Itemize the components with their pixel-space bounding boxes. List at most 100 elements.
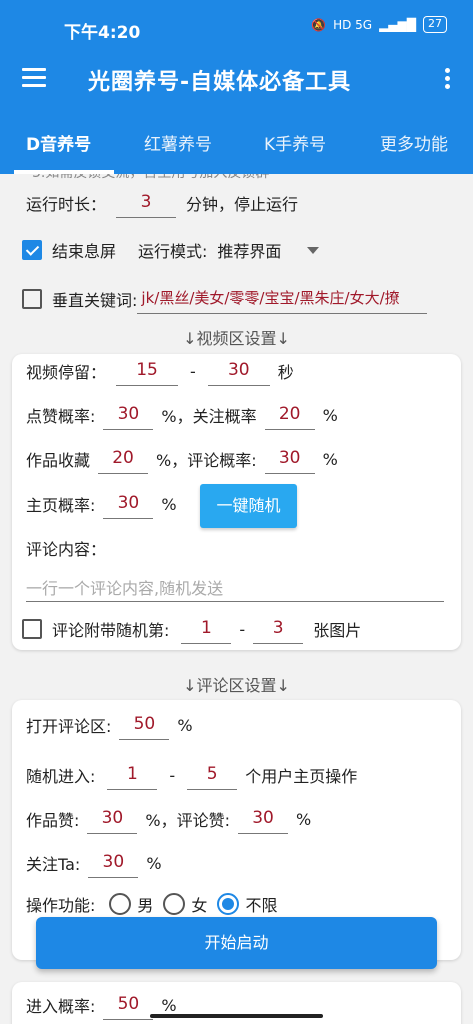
start-button[interactable]: 开始启动	[36, 917, 437, 969]
random-enter-max-input[interactable]: 5	[187, 760, 238, 790]
radio-male[interactable]	[109, 893, 132, 915]
work-like-unit: %，	[145, 811, 177, 830]
tab-douyin[interactable]: D音养号	[26, 130, 91, 155]
enter-rate-unit: %	[161, 995, 177, 1015]
run-duration-input[interactable]: 3	[116, 188, 177, 218]
tab-bar: D音养号 红薯养号 K手养号 更多功能	[0, 118, 473, 174]
app-title: 光圈养号-自媒体必备工具	[88, 70, 352, 95]
signal-icon: ▂▄▆█	[379, 17, 416, 32]
follow-rate-input[interactable]: 20	[264, 400, 315, 430]
open-comments-row: 打开评论区: 50 %	[26, 710, 193, 740]
mute-icon: 🔕	[311, 17, 327, 32]
attach-image-checkbox[interactable]	[22, 619, 42, 639]
tab-more[interactable]: 更多功能	[380, 130, 448, 155]
network-indicator: HD 5G	[333, 17, 373, 32]
home-indicator[interactable]	[150, 1014, 323, 1018]
keywords-row: 垂直关键词: jk/黑丝/美女/零零/宝宝/黑朱庄/女大/撩	[22, 284, 450, 314]
work-like-label: 作品赞:	[26, 811, 80, 830]
random-button[interactable]: 一键随机	[200, 484, 297, 528]
collect-unit: %，	[156, 451, 188, 470]
radio-unlimited[interactable]	[217, 893, 240, 915]
follow-rate-label: 关注概率	[192, 407, 257, 426]
attach-image-dash: -	[239, 619, 246, 639]
follow-ta-unit: %	[146, 853, 162, 873]
operation-row: 操作功能: 男 女 不限	[26, 892, 277, 916]
status-bar: 下午4:20 🔕 HD 5G ▂▄▆█ 27	[0, 0, 473, 56]
collect-label: 作品收藏	[26, 451, 91, 470]
toolbar: 光圈养号-自媒体必备工具	[0, 56, 473, 112]
home-rate-row: 主页概率: 30 %	[26, 489, 177, 519]
follow-ta-row: 关注Ta: 30 %	[26, 848, 162, 878]
collect-comment-row: 作品收藏 20 %， 评论概率: 30 %	[26, 444, 338, 474]
video-settings-card: 视频停留： 15 - 30 秒 点赞概率: 30 %， 关注概率 20 % 作品…	[12, 354, 461, 650]
radio-female[interactable]	[163, 893, 186, 915]
end-screen-label: 结束息屏	[52, 242, 117, 261]
video-section-header: ↓视频区设置↓	[183, 329, 290, 348]
menu-icon[interactable]	[22, 68, 46, 88]
comment-content-input[interactable]: 一行一个评论内容,随机发送	[26, 572, 444, 602]
like-rate-label: 点赞概率:	[26, 407, 96, 426]
follow-ta-label: 关注Ta:	[26, 855, 81, 874]
collect-input[interactable]: 20	[98, 444, 149, 474]
video-stay-dash: -	[190, 361, 196, 381]
random-enter-row: 随机进入: 1 - 5 个用户主页操作	[26, 760, 357, 790]
open-comments-input[interactable]: 50	[119, 710, 170, 740]
video-stay-min-input[interactable]: 15	[116, 356, 179, 386]
comment-like-unit: %	[296, 809, 312, 829]
keywords-input[interactable]: jk/黑丝/美女/零零/宝宝/黑朱庄/女大/撩	[137, 284, 428, 314]
follow-rate-unit: %	[322, 405, 338, 425]
attach-image-label: 评论附带随机第:	[52, 621, 170, 640]
home-rate-input[interactable]: 30	[103, 489, 154, 519]
comment-content-label: 评论内容：	[26, 540, 107, 559]
run-duration-row: 运行时长： 3 分钟，停止运行	[26, 188, 298, 218]
status-icons: 🔕 HD 5G ▂▄▆█ 27	[311, 16, 447, 33]
random-enter-dash: -	[169, 765, 176, 785]
tab-xiaohongshu[interactable]: 红薯养号	[144, 130, 212, 155]
status-time: 下午4:20	[64, 23, 141, 43]
home-rate-label: 主页概率:	[26, 496, 96, 515]
end-screen-row: 结束息屏 运行模式: 推荐界面	[22, 238, 452, 262]
comment-section-header: ↓评论区设置↓	[183, 676, 290, 695]
run-duration-suffix: 分钟，停止运行	[186, 195, 299, 214]
keywords-label: 垂直关键词:	[52, 291, 138, 310]
work-like-input[interactable]: 30	[87, 804, 138, 834]
run-duration-label: 运行时长：	[26, 195, 107, 214]
battery-icon: 27	[423, 16, 447, 33]
comment-like-label: 评论赞:	[176, 811, 231, 830]
end-screen-checkbox[interactable]	[22, 240, 42, 260]
comment-rate-label: 评论概率:	[187, 451, 257, 470]
dropdown-arrow-icon[interactable]	[307, 246, 320, 254]
attach-image-suffix: 张图片	[313, 621, 362, 640]
like-rate-input[interactable]: 30	[103, 400, 154, 430]
like-row: 作品赞: 30 %， 评论赞: 30 %	[26, 804, 311, 834]
attach-image-max-input[interactable]: 3	[253, 614, 304, 644]
operation-label: 操作功能:	[26, 896, 96, 915]
run-mode-value[interactable]: 推荐界面	[217, 238, 281, 262]
run-mode-label: 运行模式:	[138, 242, 208, 261]
open-comments-unit: %	[177, 715, 193, 735]
like-rate-unit: %，	[161, 407, 193, 426]
video-stay-max-input[interactable]: 30	[207, 356, 270, 386]
more-options-icon[interactable]	[445, 68, 451, 92]
random-enter-min-input[interactable]: 1	[107, 760, 158, 790]
video-stay-label: 视频停留：	[26, 363, 107, 382]
follow-ta-input[interactable]: 30	[88, 848, 139, 878]
attach-image-row: 评论附带随机第: 1 - 3 张图片	[22, 614, 361, 644]
comment-rate-input[interactable]: 30	[264, 444, 315, 474]
settings-scroll[interactable]: 3.如需反馈交流，含主用号加入反馈群 运行时长： 3 分钟，停止运行 结束息屏 …	[0, 174, 473, 1024]
tab-kuaishou[interactable]: K手养号	[264, 130, 326, 155]
radio-female-label: 女	[191, 896, 208, 915]
keywords-checkbox[interactable]	[22, 289, 42, 309]
random-enter-label: 随机进入:	[26, 767, 96, 786]
enter-rate-input[interactable]: 50	[103, 990, 154, 1020]
open-comments-label: 打开评论区:	[26, 717, 112, 736]
radio-unlimited-label: 不限	[245, 896, 278, 915]
comment-rate-unit: %	[322, 449, 338, 469]
random-enter-suffix: 个用户主页操作	[245, 767, 358, 786]
home-rate-unit: %	[161, 494, 177, 514]
video-stay-unit: 秒	[277, 363, 294, 382]
comment-like-input[interactable]: 30	[238, 804, 289, 834]
partial-note: 3.如需反馈交流，含主用号加入反馈群	[32, 174, 269, 182]
video-stay-row: 视频停留： 15 - 30 秒	[26, 356, 294, 386]
attach-image-min-input[interactable]: 1	[181, 614, 232, 644]
